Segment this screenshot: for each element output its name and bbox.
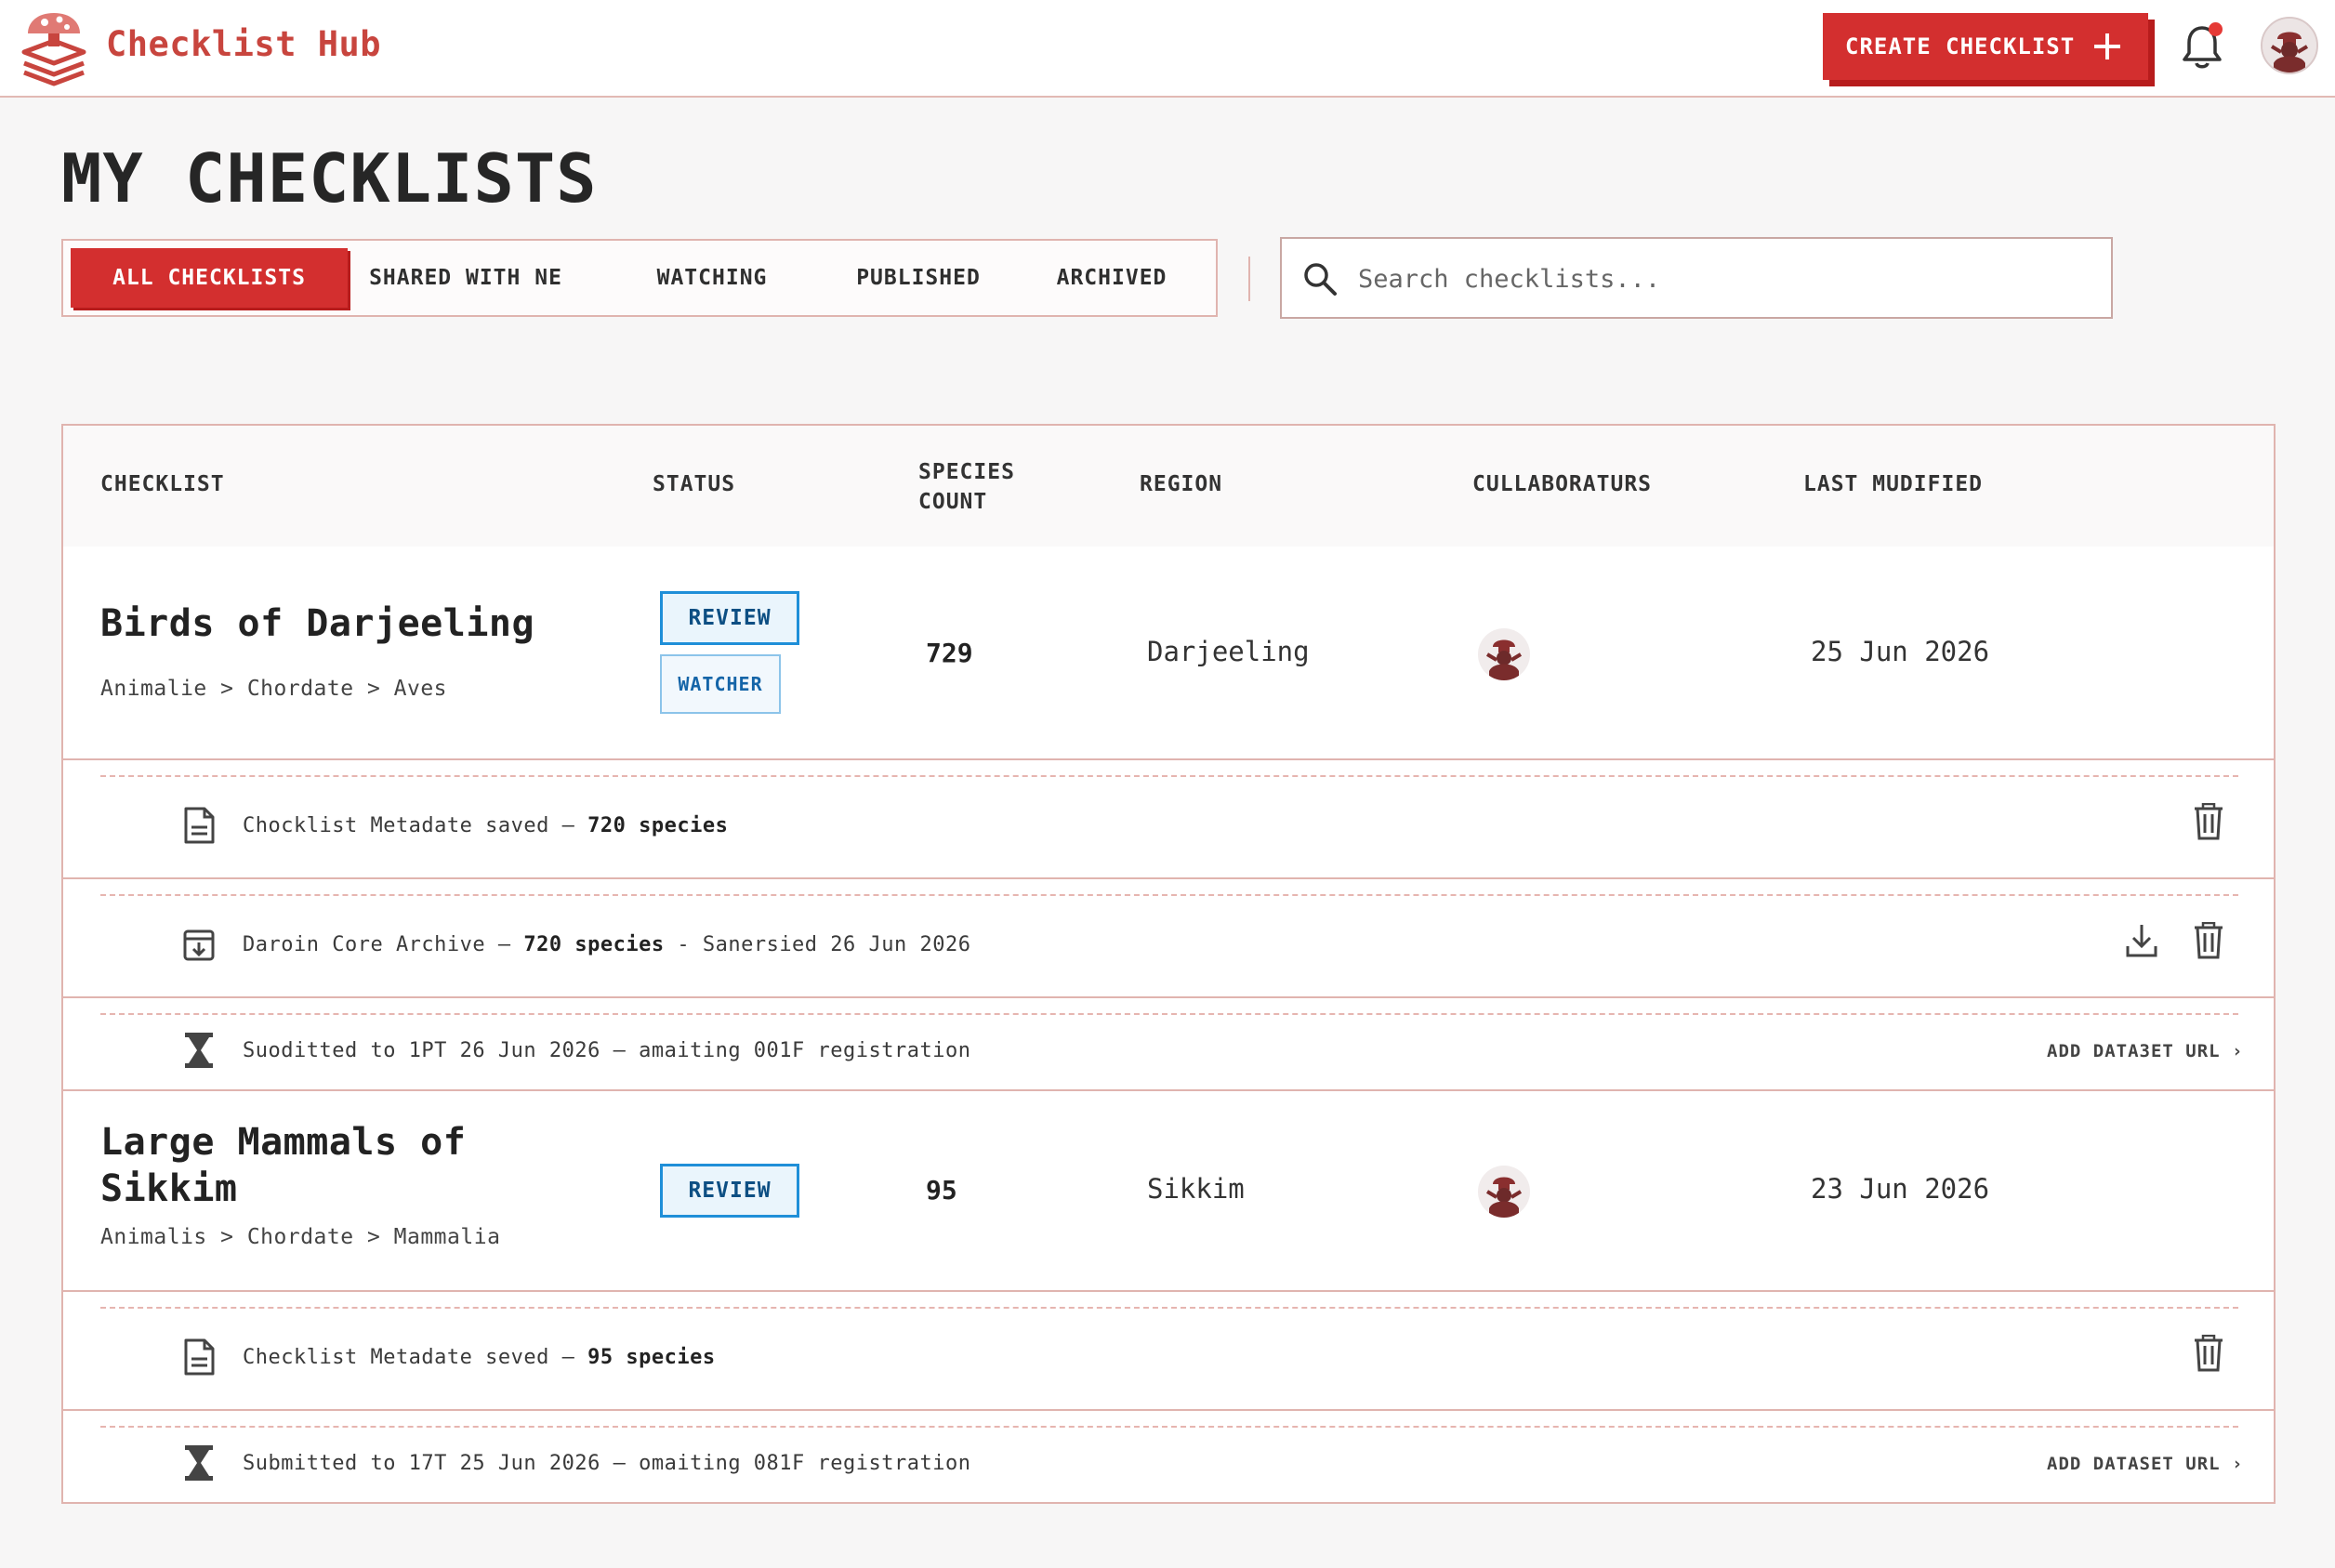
hourglass-icon [185,1445,213,1481]
user-avatar[interactable] [2261,17,2318,74]
archive-date: - Sanersied 26 Jun 2026 [664,933,971,956]
region: Darjeeling [1147,636,1310,667]
metadata-species: 720 species [587,814,729,837]
plus-icon [2094,33,2120,59]
metadata-status: Checklist Metadate seved — 95 species [243,1346,716,1369]
toolbar-divider [1248,257,1250,301]
row-divider [63,1290,2274,1292]
logo-icon[interactable] [19,9,89,87]
filter-tabs: ALL CHECKLISTS SHARED WITH NE WATCHING P… [61,239,1218,317]
table-row[interactable]: Birds of Darjeeling Animalie > Chordate … [63,547,2274,1182]
tab-all-checklists[interactable]: ALL CHECKLISTS [71,248,348,308]
archive-download-icon [183,929,215,961]
notification-dot [2209,22,2223,36]
column-header-checklist[interactable]: CHECKLIST [100,472,225,496]
submission-status: Submitted to 17T 25 Jun 2026 — omaiting … [243,1452,971,1475]
delete-trash-icon[interactable] [2192,803,2225,840]
add-dataset-url-link[interactable]: ADD DATASET URL › [2047,1454,2243,1474]
collaborator-image [1485,639,1523,680]
page-title: MY CHECKLISTS [61,139,598,217]
checklist-name[interactable]: Large Mammals of Sikkim [100,1119,466,1212]
archive-status: Daroin Core Archive — 720 species - Sane… [243,933,971,956]
dashed-separator [100,775,2238,777]
table-header: CHECKLIST STATUS SPECIES COUNT REGION CU… [63,426,2274,548]
last-modified: 23 Jun 2026 [1811,1173,1990,1205]
tab-shared-with-me[interactable]: SHARED WITH NE [359,248,573,308]
download-icon[interactable] [2125,922,2158,959]
add-dataset-url-link[interactable]: ADD DATA3ET URL › [2047,1041,2243,1061]
search-input[interactable] [1356,252,2085,306]
checklist-name[interactable]: Birds of Darjeeling [100,600,534,647]
last-modified: 25 Jun 2026 [1811,636,1990,667]
collaborator-image [1485,1177,1523,1218]
metadata-status: Chocklist Metadate saved — 720 species [243,814,728,837]
column-header-collaborators[interactable]: CULLABORATURS [1472,472,1652,496]
tab-archived[interactable]: ARCHIVED [1041,248,1182,308]
species-count-header-line1: SPECIES [918,460,1015,484]
dashed-separator [100,894,2238,896]
create-checklist-label: CREATE CHECKLIST [1845,33,2076,59]
checklist-name-line1: Large Mammals of [100,1121,467,1164]
dashed-separator [100,1013,2238,1015]
avatar-image [2262,19,2316,72]
delete-trash-icon[interactable] [2192,1335,2225,1372]
dashed-separator [100,1426,2238,1428]
delete-trash-icon[interactable] [2192,922,2225,959]
search-box [1280,237,2113,319]
column-header-region[interactable]: REGION [1140,472,1222,496]
species-count: 729 [926,638,973,668]
create-checklist-button[interactable]: CREATE CHECKLIST [1823,13,2148,80]
document-icon [184,807,215,844]
checklist-taxonomy: Animalis > Chordate > Mammalia [100,1225,501,1249]
column-header-species-count[interactable]: SPECIES COUNT [918,457,1015,517]
row-divider [63,996,2274,998]
species-count-header-line2: COUNT [918,490,988,514]
column-header-last-modified[interactable]: LAST MUDIFIED [1803,472,1983,496]
row-divider [63,1409,2274,1411]
checklists-table: CHECKLIST STATUS SPECIES COUNT REGION CU… [61,424,2276,1504]
metadata-status-text: Checklist Metadate seved — [243,1346,588,1369]
archive-species: 720 species [523,933,665,956]
document-icon [184,1338,215,1376]
role-badge-watcher: WATCHER [660,654,781,714]
dashed-separator [100,1307,2238,1309]
table-row[interactable]: Large Mammals of Sikkim Animalis > Chord… [63,1091,2274,1292]
region: Sikkim [1147,1173,1245,1205]
archive-status-text: Daroin Core Archive — [243,933,524,956]
status-badge-review: REVIEW [660,591,799,645]
column-header-status[interactable]: STATUS [653,472,735,496]
species-count: 95 [926,1175,957,1206]
metadata-species: 95 species [587,1346,716,1369]
checklist-name-line2: Sikkim [100,1167,238,1210]
app-title[interactable]: Checklist Hub [106,24,381,64]
search-icon [1304,263,1337,296]
status-badge-review: REVIEW [660,1164,799,1218]
row-divider [63,877,2274,879]
metadata-status-text: Chocklist Metadate saved — [243,814,588,837]
row-divider [63,758,2274,760]
collaborator-avatar[interactable] [1478,628,1530,680]
top-bar: Checklist Hub CREATE CHECKLIST [0,0,2335,98]
submission-status: Suoditted to 1PT 26 Jun 2026 — amaiting … [243,1039,971,1062]
tab-published[interactable]: PUBLISHED [838,248,998,308]
tab-watching[interactable]: WATCHING [638,248,786,308]
collaborator-avatar[interactable] [1478,1166,1530,1218]
hourglass-icon [185,1033,213,1068]
checklist-taxonomy: Animalie > Chordate > Aves [100,677,448,701]
